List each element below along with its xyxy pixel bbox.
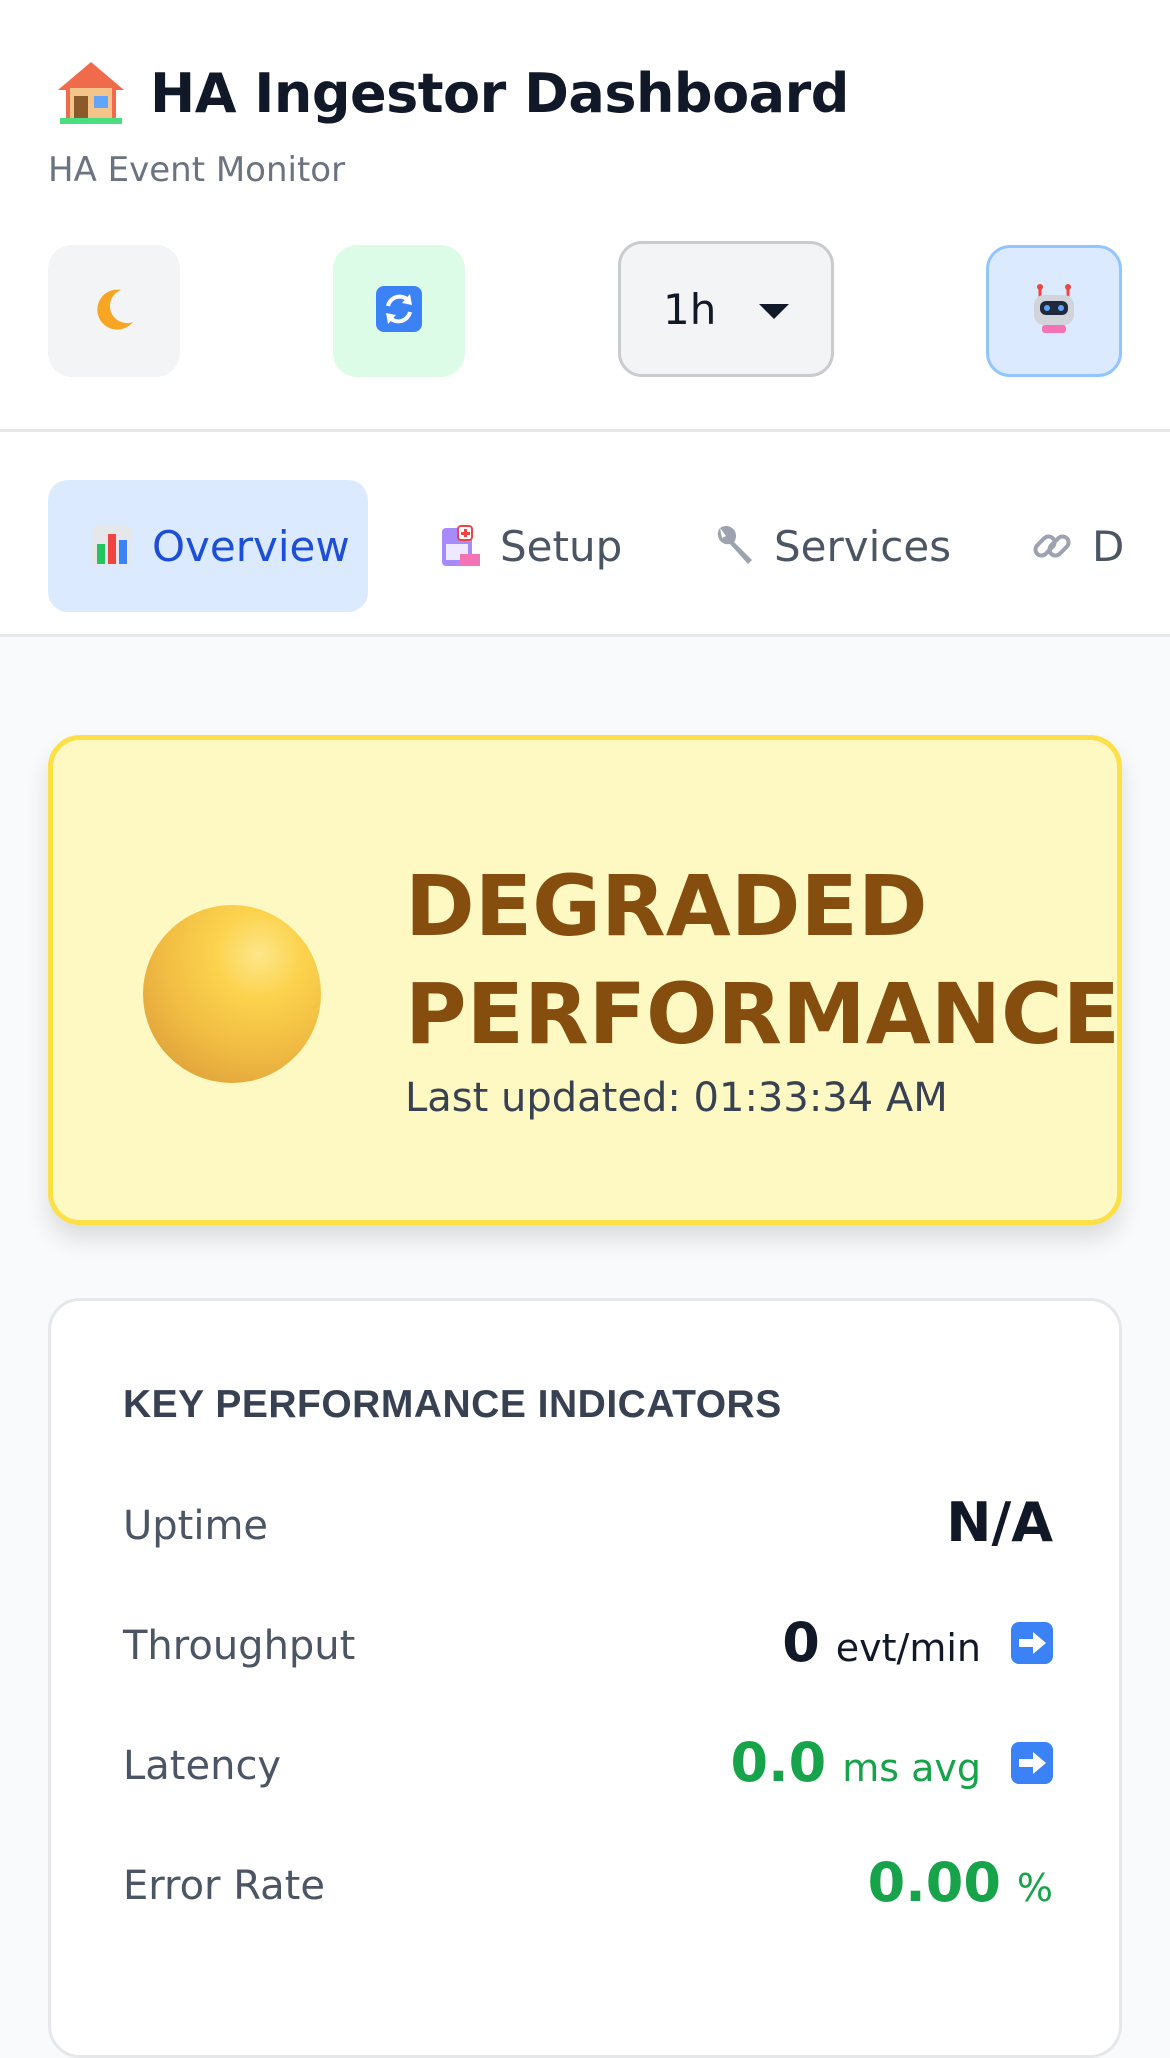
last-updated-text: Last updated: 01:33:34 AM [405, 1075, 948, 1121]
kpi-row-throughput: Throughput 0 evt/min [123, 1611, 1053, 1691]
kpi-value: 0 [782, 1611, 820, 1674]
wrench-icon [712, 524, 756, 568]
refresh-icon [374, 284, 424, 339]
kpi-row-latency: Latency 0.0 ms avg [123, 1731, 1053, 1811]
house-icon [56, 58, 126, 128]
tab-bar: Overview Setup Services D [0, 432, 1170, 634]
kpi-value-group: 0.0 ms avg [731, 1731, 1053, 1794]
refresh-button[interactable] [333, 245, 465, 377]
status-title: DEGRADED PERFORMANCE [405, 852, 1121, 1068]
moon-icon [89, 284, 139, 339]
theme-toggle-button[interactable] [48, 245, 180, 377]
kpi-unit: % [1016, 1866, 1053, 1910]
kpi-row-error-rate: Error Rate 0.00 % [123, 1851, 1053, 1931]
kpi-label: Latency [123, 1743, 282, 1789]
tab-overview[interactable]: Overview [48, 480, 368, 612]
tabs-divider [0, 634, 1170, 637]
arrow-right-icon [1011, 1621, 1053, 1664]
kpi-value-group: 0 evt/min [782, 1611, 1053, 1674]
clipboard-icon [438, 524, 482, 568]
ai-assistant-button[interactable] [986, 245, 1122, 377]
tab-label: Setup [500, 521, 623, 571]
kpi-label: Uptime [123, 1503, 269, 1549]
chevron-down-icon [759, 304, 789, 319]
kpi-value-group: 0.00 % [868, 1851, 1053, 1914]
kpi-value-group: N/A [946, 1491, 1053, 1554]
tab-label: Overview [152, 521, 350, 571]
kpi-label: Error Rate [123, 1863, 325, 1909]
link-icon [1030, 524, 1074, 568]
tab-label: Services [774, 521, 952, 571]
kpi-row-uptime: Uptime N/A [123, 1491, 1053, 1571]
robot-icon [1028, 283, 1080, 340]
kpi-value: N/A [946, 1491, 1053, 1554]
app-header: HA Ingestor Dashboard HA Event Monitor 1… [0, 0, 1170, 430]
tab-more[interactable]: D [1030, 480, 1124, 612]
kpi-unit: evt/min [835, 1626, 981, 1670]
kpi-label: Throughput [123, 1623, 356, 1669]
kpi-value: 0.00 [867, 1851, 1001, 1914]
bar-chart-icon [90, 524, 134, 568]
tab-setup[interactable]: Setup [438, 480, 622, 612]
time-range-value: 1h [663, 284, 717, 334]
page-title: HA Ingestor Dashboard [150, 61, 849, 125]
title-row: HA Ingestor Dashboard [56, 58, 849, 128]
tab-services[interactable]: Services [712, 480, 951, 612]
kpi-value: 0.0 [730, 1731, 827, 1794]
arrow-right-icon [1011, 1741, 1053, 1784]
kpi-card: KEY PERFORMANCE INDICATORS Uptime N/A Th… [48, 1298, 1122, 2058]
system-status-card: DEGRADED PERFORMANCE Last updated: 01:33… [48, 735, 1122, 1225]
time-range-select[interactable]: 1h [618, 241, 834, 377]
tab-label: D [1092, 521, 1125, 571]
page-subtitle: HA Event Monitor [48, 150, 346, 190]
status-title-line2: PERFORMANCE [405, 965, 1121, 1063]
kpi-heading: KEY PERFORMANCE INDICATORS [123, 1383, 782, 1426]
kpi-unit: ms avg [842, 1746, 981, 1790]
status-title-line1: DEGRADED [405, 857, 928, 955]
status-indicator-icon [143, 905, 321, 1083]
